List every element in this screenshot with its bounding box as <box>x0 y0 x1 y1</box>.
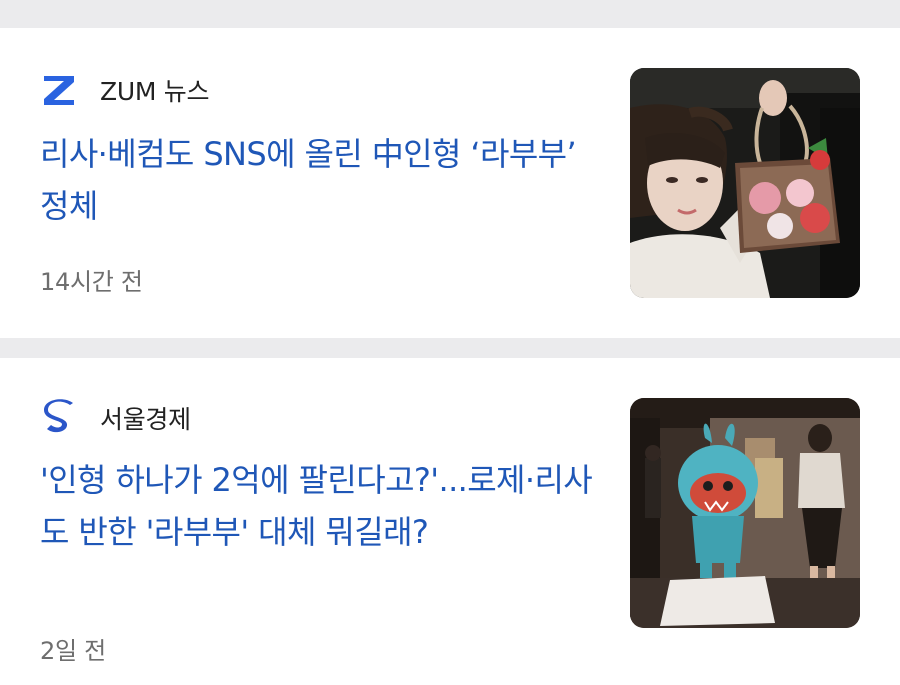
article-headline[interactable]: '인형 하나가 2억에 팔린다고?'...로제·리사도 반한 '라부부' 대체 … <box>40 454 600 558</box>
labubu-figure-exhibition-photo <box>630 398 860 628</box>
source-name: 서울경제 <box>100 405 191 434</box>
article-headline[interactable]: 리사·베컴도 SNS에 올린 中인형 ‘라부부’ 정체 <box>40 128 600 232</box>
woman-holding-bag-photo <box>630 68 860 298</box>
source-name: ZUM 뉴스 <box>100 77 210 106</box>
news-source[interactable]: ZUM 뉴스 <box>40 68 209 112</box>
article-thumbnail[interactable] <box>630 68 860 298</box>
section-divider <box>0 0 900 28</box>
seoul-economic-logo-icon <box>40 399 78 437</box>
article-timestamp: 2일 전 <box>40 637 106 665</box>
section-divider <box>0 338 900 358</box>
news-card[interactable]: 서울경제 '인형 하나가 2억에 팔린다고?'...로제·리사도 반한 '라부부… <box>0 358 900 685</box>
news-source[interactable]: 서울경제 <box>40 396 191 440</box>
news-card[interactable]: ZUM 뉴스 리사·베컴도 SNS에 올린 中인형 ‘라부부’ 정체 14시간 … <box>0 28 900 338</box>
article-thumbnail[interactable] <box>630 398 860 628</box>
article-timestamp: 14시간 전 <box>40 268 143 296</box>
zum-logo-icon <box>40 71 78 109</box>
